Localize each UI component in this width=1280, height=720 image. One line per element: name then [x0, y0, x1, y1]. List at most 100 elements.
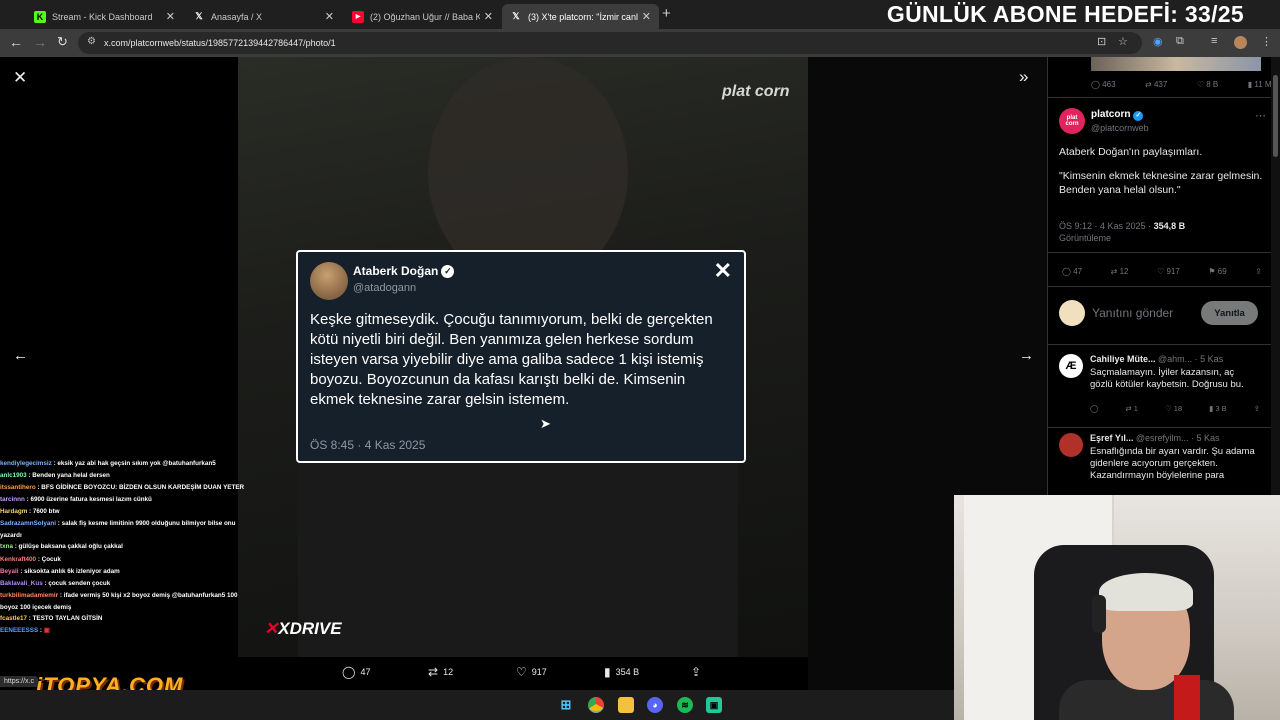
tab-title: (3) X'te platcorn: "İzmir canlı ya [528, 11, 638, 22]
previous-arrow-icon[interactable]: ← [13, 347, 28, 364]
chat-username: txna [0, 543, 13, 551]
like-button[interactable]: ♡ 917 [516, 665, 547, 679]
more-options-icon[interactable]: ⋯ [1255, 109, 1266, 122]
chat-text: : Çocuk [37, 555, 61, 563]
repost-button[interactable]: ⇄ 12 [428, 665, 453, 679]
file-explorer-icon[interactable] [618, 697, 634, 713]
views-button[interactable]: ▮ 354 B [604, 665, 639, 679]
close-icon[interactable]: ✕ [484, 10, 493, 23]
tab-kick-dashboard[interactable]: K Stream - Kick Dashboard ✕ [26, 4, 183, 29]
scrollbar[interactable] [1271, 57, 1280, 495]
reply-count: 47 [1073, 267, 1083, 276]
new-tab-button[interactable]: + [662, 5, 671, 22]
stat-value: 463 [1102, 80, 1116, 89]
chat-text: : BFS GİDİNCE BOYOZCU: BİZDEN OLSUN KARD… [37, 484, 245, 492]
comment-text: Esnaflığında bir ayarı vardır. Şu adama … [1090, 446, 1255, 481]
reply-input[interactable]: Yanıtını gönder [1092, 306, 1173, 320]
next-arrow-icon[interactable]: → [1019, 347, 1034, 364]
address-bar[interactable]: ⚙ x.com/platcornweb/status/1985772139442… [78, 32, 1142, 54]
quoted-tweet-card: Ataberk Doğan ✓ @atadogann ✕ Keşke gitmes… [296, 250, 746, 463]
comment-author: Eşref Yıl... [1090, 433, 1134, 443]
site-settings-icon[interactable]: ⚙ [87, 36, 96, 47]
windows-start-icon[interactable]: ⊞ [558, 697, 574, 713]
install-icon[interactable]: ⊡ [1097, 35, 1106, 48]
post-action-bar: ◯ 47 ⇄ 12 ♡ 917 ⚑ 69 ⇪ [1062, 267, 1262, 276]
tweet-text: Keşke gitmeseydik. Çocuğu tanımıyorum, b… [310, 311, 713, 408]
close-icon[interactable]: ✕ [13, 68, 27, 88]
windows-taskbar: ⊞ ◕ ≋ ▣ [0, 690, 954, 720]
avatar [1059, 300, 1085, 326]
comment-item[interactable]: Æ Cahiliye Müte... @ahm... · 5 Kas Saçma… [1048, 348, 1280, 425]
chat-message: SadrazamnSolyani : salak fiş kesme limit… [0, 518, 256, 541]
chat-message: Baklavali_Kus : çocuk senden çocuk [0, 578, 256, 590]
reply-button[interactable]: ◯ 47 [342, 665, 370, 679]
author-handle: @platcornweb [1091, 123, 1149, 133]
forward-icon[interactable]: → [33, 34, 47, 50]
discord-icon[interactable]: ◕ [647, 697, 663, 713]
tab-youtube[interactable]: ▶ (2) Oğuzhan Uğur // Baba Kork ✕ [344, 4, 501, 29]
comment-header: Eşref Yıl... @esrefyilm... · 5 Kas [1090, 433, 1275, 443]
scrollbar-thumb[interactable] [1273, 75, 1278, 157]
share-icon[interactable]: ⇪ [1254, 404, 1260, 413]
comment-header: Cahiliye Müte... @ahm... · 5 Kas [1090, 354, 1275, 364]
tab-x-platcorn[interactable]: 𝕏 (3) X'te platcorn: "İzmir canlı ya ✕ [502, 4, 659, 29]
comment-item[interactable]: Eşref Yıl... @esrefyilm... · 5 Kas Esnaf… [1048, 427, 1280, 495]
chat-username: Baklavali_Kus [0, 579, 43, 587]
post-time: ÖS 9:12 · 4 Kas 2025 · [1059, 221, 1154, 231]
verified-badge-icon: ✓ [1133, 111, 1144, 121]
media-icon[interactable]: ≡ [1211, 35, 1217, 47]
close-icon[interactable]: ✕ [642, 10, 651, 23]
photo-action-bar: ◯ 47 ⇄ 12 ♡ 917 ▮ 354 B ⇪ [238, 657, 808, 690]
x-icon: 𝕏 [195, 11, 203, 21]
author-name: Ataberk Doğan ✓ [353, 264, 455, 279]
reply-button[interactable]: ◯ 47 [1062, 267, 1082, 276]
share-icon[interactable]: ⇪ [1255, 267, 1262, 276]
comment-text: Saçmalamayın. İyiler kazansın, aç gözlü … [1090, 367, 1244, 390]
repost-button[interactable]: ⇄ 1 [1125, 404, 1138, 413]
profile-avatar[interactable] [1234, 36, 1247, 49]
bookmark-button[interactable]: ⚑ 69 [1208, 267, 1226, 276]
tab-x-home[interactable]: 𝕏 Anasayfa / X ✕ [185, 4, 342, 29]
bookmark-star-icon[interactable]: ☆ [1118, 35, 1128, 48]
back-icon[interactable]: ← [9, 34, 23, 50]
chat-message: fcastle17 : TESTO TAYLAN GİTSİN [0, 613, 256, 625]
chat-username: kendiylegecimsiz [0, 460, 52, 467]
chat-message: kendiylegecimsiz : eksik yaz abi hak geç… [0, 458, 256, 470]
avatar[interactable]: plat corn [1059, 108, 1085, 134]
extensions-puzzle-icon[interactable]: ⧉ [1176, 35, 1184, 48]
app-icon[interactable]: ▣ [706, 697, 722, 713]
close-icon[interactable]: ✕ [325, 10, 334, 23]
chat-text: : [39, 627, 43, 635]
like-button[interactable]: ♡ 917 [1157, 267, 1180, 276]
tab-title: Stream - Kick Dashboard [52, 11, 153, 22]
webcam-person-hair [1099, 573, 1193, 611]
like-count: 917 [1166, 267, 1180, 276]
stat-value: 8 B [1206, 80, 1219, 89]
share-button[interactable]: ⇪ [691, 665, 706, 679]
chat-message: turkbilimadamiemir : ifade vermiş 50 kiş… [0, 590, 256, 613]
extension-icon[interactable]: ◉ [1153, 35, 1163, 48]
reply-icon[interactable]: ◯ [1090, 404, 1098, 413]
status-bar-url: https://x.c [0, 676, 38, 687]
repost-count: ⇄ 437 [1145, 80, 1168, 89]
comment-action-bar: ◯ ⇄ 1 ♡ 18 ▮ 3 B ⇪ [1090, 404, 1260, 413]
chat-text: : siksokta anlık 6k izleniyor adam [20, 567, 120, 575]
repost-count: 1 [1133, 404, 1138, 413]
like-button[interactable]: ♡ 18 [1165, 404, 1182, 413]
chat-username: itssantihero [0, 484, 36, 492]
expand-panel-icon[interactable]: » [1019, 67, 1028, 87]
menu-kebab-icon[interactable]: ⋮ [1261, 35, 1272, 48]
stream-chat-overlay: kendiylegecimsiz : eksik yaz abi hak geç… [0, 458, 256, 658]
reload-icon[interactable]: ↻ [57, 34, 68, 50]
close-icon[interactable]: ✕ [166, 10, 175, 23]
chrome-icon[interactable] [588, 697, 604, 713]
repost-button[interactable]: ⇄ 12 [1111, 267, 1129, 276]
chat-username: SadrazamnSolyani [0, 520, 56, 528]
chat-username: fcastle17 [0, 615, 27, 623]
views-button[interactable]: ▮ 3 B [1209, 404, 1226, 413]
spotify-icon[interactable]: ≋ [677, 697, 693, 713]
author-name[interactable]: platcorn ✓ [1091, 109, 1144, 121]
chat-username: Hardagm [0, 508, 28, 516]
stat-value: 437 [1153, 80, 1168, 89]
reply-submit-button[interactable]: Yanıtla [1201, 301, 1258, 325]
